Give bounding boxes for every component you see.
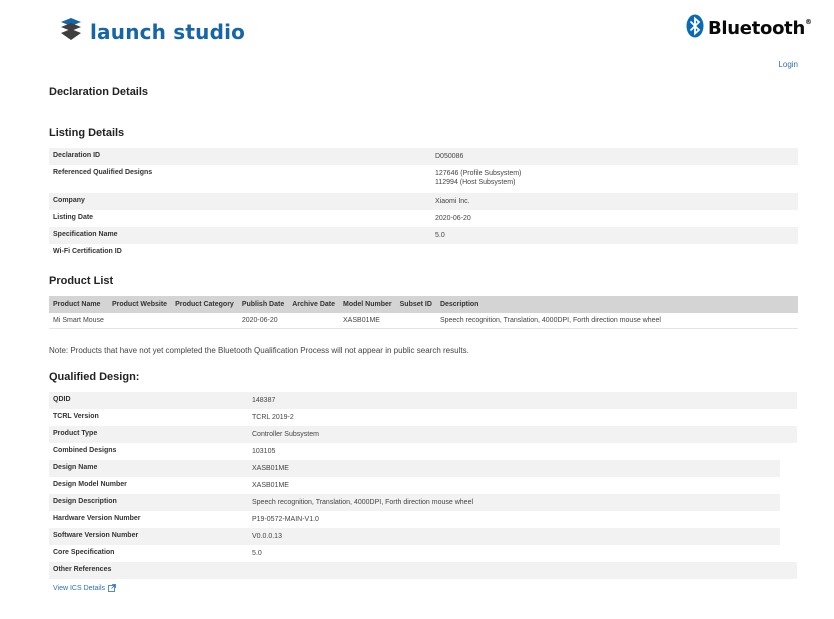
field-value: XASB01ME xyxy=(252,465,289,472)
table-cell: Mi Smart Mouse xyxy=(49,313,108,329)
field-label: Listing Date xyxy=(53,214,94,221)
field-label: Software Version Number xyxy=(53,532,139,539)
qd-row-qdid: QDID 148387 xyxy=(49,392,797,409)
registered-mark: ® xyxy=(804,18,812,26)
field-label: Core Specification xyxy=(53,549,115,556)
field-label: Design Model Number xyxy=(53,481,127,488)
listing-row-declaration-id: Declaration ID D050086 xyxy=(49,148,798,165)
field-label: Design Description xyxy=(53,498,117,505)
qd-row-other-references: Other References xyxy=(49,562,797,579)
field-value: 127646 (Profile Subsystem) 112994 (Host … xyxy=(435,170,522,186)
qd-row-software-version: Software Version Number V0.0.0.13 xyxy=(49,528,780,545)
field-value: 5.0 xyxy=(252,550,262,557)
field-label: Hardware Version Number xyxy=(53,515,141,522)
field-label: Company xyxy=(53,197,85,204)
bluetooth-text: Bluetooth xyxy=(708,18,805,39)
field-label: Combined Designs xyxy=(53,447,117,454)
listing-row-listing-date: Listing Date 2020-06-20 xyxy=(49,210,798,227)
column-header: Archive Date xyxy=(288,296,340,313)
field-label: Wi-Fi Certification ID xyxy=(53,248,122,255)
qualified-design-heading: Qualified Design: xyxy=(49,371,140,383)
view-ics-details-link[interactable]: View ICS Details xyxy=(53,584,116,592)
field-label: Design Name xyxy=(53,464,98,471)
product-list-heading: Product List xyxy=(49,275,114,287)
field-value: Speech recognition, Translation, 4000DPI… xyxy=(252,499,474,506)
field-value: TCRL 2019-2 xyxy=(252,414,294,421)
field-label: Declaration ID xyxy=(53,152,101,159)
field-value: V0.0.0.13 xyxy=(252,533,282,540)
brand-text: launch studio xyxy=(90,19,246,44)
field-label: TCRL Version xyxy=(53,413,99,420)
field-value: Controller Subsystem xyxy=(252,431,319,438)
column-header: Product Name xyxy=(49,296,108,313)
listing-row-referenced-designs: Referenced Qualified Designs 127646 (Pro… xyxy=(49,165,798,193)
column-header: Product Category xyxy=(171,296,238,313)
login-link[interactable]: Login xyxy=(778,60,798,69)
listing-details-heading: Listing Details xyxy=(49,127,125,139)
bluetooth-rune-icon xyxy=(686,14,704,43)
qd-row-design-name: Design Name XASB01ME xyxy=(49,460,780,477)
listing-row-wifi-certification-id: Wi-Fi Certification ID xyxy=(49,244,798,261)
field-label: Other References xyxy=(53,566,112,573)
field-value: D050086 xyxy=(435,153,464,160)
qd-row-tcrl-version: TCRL Version TCRL 2019-2 xyxy=(49,409,797,426)
launch-studio-logo[interactable]: launch studio xyxy=(58,16,245,47)
field-label: Product Type xyxy=(53,430,98,437)
table-cell: Speech recognition, Translation, 4000DPI… xyxy=(435,313,798,329)
column-header: Model Number xyxy=(339,296,396,313)
external-link-icon xyxy=(108,584,116,592)
table-header-row: Product Name Product Website Product Cat… xyxy=(49,296,798,313)
field-value: 148387 xyxy=(252,397,276,404)
listing-row-specification-name: Specification Name 5.0 xyxy=(49,227,798,244)
column-header: Product Website xyxy=(107,296,172,313)
field-value: XASB01ME xyxy=(252,482,289,489)
field-value: Xiaomi Inc. xyxy=(435,198,470,205)
field-value: P19-0572-MAIN-V1.0 xyxy=(252,516,319,523)
launch-studio-logo-icon xyxy=(58,16,84,47)
field-label: Specification Name xyxy=(53,231,118,238)
table-cell: XASB01ME xyxy=(339,313,396,329)
qd-row-combined-designs: Combined Designs 103105 xyxy=(49,443,797,460)
field-label: Referenced Qualified Designs xyxy=(53,169,153,176)
column-header: Description xyxy=(435,296,798,313)
table-cell xyxy=(288,313,340,329)
qd-row-design-model-number: Design Model Number XASB01ME xyxy=(49,477,797,494)
field-value: 2020-06-20 xyxy=(435,215,471,222)
column-header: Publish Date xyxy=(237,296,289,313)
table-cell xyxy=(171,313,238,329)
table-row: Mi Smart Mouse 2020-06-20 XASB01ME Speec… xyxy=(49,313,798,329)
field-value: 103105 xyxy=(252,448,276,455)
table-cell xyxy=(107,313,172,329)
field-label: QDID xyxy=(53,396,71,403)
qualified-design-table: QDID 148387 TCRL Version TCRL 2019-2 Pro… xyxy=(49,392,797,579)
qd-row-design-description: Design Description Speech recognition, T… xyxy=(49,494,780,511)
listing-details-table: Declaration ID D050086 Referenced Qualif… xyxy=(49,148,798,261)
qd-row-product-type: Product Type Controller Subsystem xyxy=(49,426,797,443)
page-title: Declaration Details xyxy=(49,86,149,98)
qualification-note: Note: Products that have not yet complet… xyxy=(49,346,469,355)
bluetooth-wordmark: Bluetooth® xyxy=(708,18,812,39)
product-list-table: Product Name Product Website Product Cat… xyxy=(49,296,798,329)
table-cell: 2020-06-20 xyxy=(237,313,289,329)
bluetooth-logo: Bluetooth® xyxy=(686,14,812,43)
ics-link-label: View ICS Details xyxy=(53,584,106,592)
column-header: Subset ID xyxy=(395,296,436,313)
qd-row-core-specification: Core Specification 5.0 xyxy=(49,545,797,562)
table-cell xyxy=(395,313,436,329)
listing-row-company: Company Xiaomi Inc. xyxy=(49,193,798,210)
field-value: 5.0 xyxy=(435,232,445,239)
qd-row-hardware-version: Hardware Version Number P19-0572-MAIN-V1… xyxy=(49,511,797,528)
